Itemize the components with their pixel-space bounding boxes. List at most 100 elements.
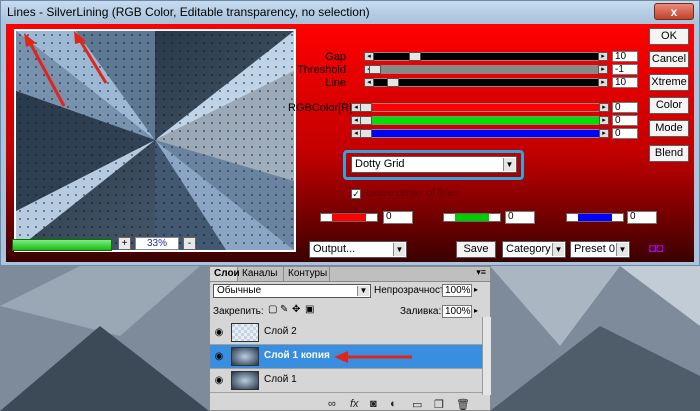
new-layer-icon[interactable]: ❐ xyxy=(434,398,444,411)
mini-blue-value[interactable]: 0 xyxy=(627,211,657,224)
layers-scrollbar[interactable] xyxy=(482,317,491,395)
slider-thumb[interactable] xyxy=(360,129,372,138)
close-button[interactable]: x xyxy=(654,3,694,20)
layer-row[interactable]: ◉ Слой 1 копия xyxy=(210,345,482,369)
zoom-out-button[interactable]: - xyxy=(183,237,196,250)
fill-arrow-icon[interactable]: ▸ xyxy=(474,306,478,315)
leave-center-checkbox[interactable]: ✓ xyxy=(351,189,361,199)
green-value[interactable]: 0 xyxy=(612,115,638,126)
zoom-in-button[interactable]: + xyxy=(118,237,131,250)
mini-red-slider[interactable] xyxy=(320,213,378,222)
opacity-arrow-icon[interactable]: ▸ xyxy=(474,285,478,294)
gap-slider[interactable]: ◂ ▸ xyxy=(364,52,608,61)
mode-button[interactable]: Mode xyxy=(649,120,689,137)
gap-label: Gap xyxy=(325,51,346,63)
output-dropdown-value: Output... xyxy=(313,243,356,255)
arrow-left-icon[interactable]: ◂ xyxy=(364,78,374,87)
threshold-slider[interactable]: ◂ ▸ xyxy=(364,65,608,74)
title-bar[interactable]: Lines - SilverLining (RGB Color, Editabl… xyxy=(1,1,699,23)
tab-channels[interactable]: Каналы xyxy=(238,267,284,281)
tab-paths[interactable]: Контуры xyxy=(284,267,330,281)
layer-thumbnail xyxy=(231,347,259,366)
window-title: Lines - SilverLining (RGB Color, Editabl… xyxy=(7,5,370,19)
line-slider[interactable]: ◂ ▸ xyxy=(364,78,608,87)
arrow-right-icon[interactable]: ▸ xyxy=(599,129,609,138)
plugin-logo: ◘◘ xyxy=(649,241,664,255)
trash-icon[interactable]: 🗑 xyxy=(456,398,470,411)
lock-all-icon[interactable]: ▣ xyxy=(305,304,314,315)
red-value[interactable]: 0 xyxy=(612,102,638,113)
color-button[interactable]: Color xyxy=(649,97,689,114)
lock-move-icon[interactable]: ✥ xyxy=(292,304,300,315)
green-slider[interactable]: ◂ ▸ xyxy=(351,116,609,125)
opacity-value[interactable]: 100% xyxy=(442,284,472,297)
slider-thumb[interactable] xyxy=(360,116,372,125)
layer-row[interactable]: ◉ Слой 1 xyxy=(210,369,482,393)
blue-slider[interactable]: ◂ ▸ xyxy=(351,129,609,138)
mini-blue-slider[interactable] xyxy=(566,213,624,222)
red-slider[interactable]: ◂ ▸ xyxy=(351,103,609,112)
line-label: Line xyxy=(325,77,346,89)
fx-icon[interactable]: fx xyxy=(350,398,359,410)
eye-icon[interactable]: ◉ xyxy=(213,351,225,363)
fill-value[interactable]: 100% xyxy=(442,305,472,318)
layer-row[interactable]: ◉ Слой 2 xyxy=(210,321,482,345)
category-dropdown-value: Category xyxy=(506,243,551,255)
layer-thumbnail xyxy=(231,323,259,342)
category-dropdown[interactable]: Category ▼ xyxy=(502,241,566,258)
slider-thumb[interactable] xyxy=(409,52,421,61)
link-icon[interactable]: ∞ xyxy=(328,398,336,410)
slider-thumb[interactable] xyxy=(369,65,381,74)
dialog-client: + 33% - Gap ◂ ▸ 10 Threshold ◂ ▸ -1 Line… xyxy=(6,24,694,262)
arrow-right-icon[interactable]: ▸ xyxy=(599,103,609,112)
cancel-button[interactable]: Cancel xyxy=(649,51,689,68)
chevron-down-icon: ▼ xyxy=(616,243,628,256)
layer-name: Слой 2 xyxy=(264,326,297,337)
blue-value[interactable]: 0 xyxy=(612,128,638,139)
zoom-value: 33% xyxy=(135,237,179,250)
chevron-down-icon: ▼ xyxy=(393,243,405,256)
blend-mode-value: Обычные xyxy=(217,285,262,296)
adjustment-icon[interactable]: ◐ xyxy=(390,398,397,410)
eye-icon[interactable]: ◉ xyxy=(213,327,225,339)
blend-button[interactable]: Blend xyxy=(649,145,689,162)
opacity-label: Непрозрачность: xyxy=(374,285,453,296)
layer-name: Слой 1 копия xyxy=(264,350,330,361)
save-button[interactable]: Save xyxy=(456,241,496,258)
tab-layers[interactable]: Слои xyxy=(210,267,240,281)
pattern-dropdown-value: Dotty Grid xyxy=(355,158,405,170)
gap-value[interactable]: 10 xyxy=(612,51,638,62)
pattern-dropdown[interactable]: Dotty Grid ▼ xyxy=(351,156,517,173)
filter-dialog: Lines - SilverLining (RGB Color, Editabl… xyxy=(0,0,700,266)
chevron-down-icon: ▼ xyxy=(357,286,369,296)
lock-label: Закрепить: xyxy=(213,306,264,317)
xtreme-button[interactable]: Xtreme xyxy=(649,74,689,91)
threshold-value[interactable]: -1 xyxy=(612,64,638,75)
mini-red-value[interactable]: 0 xyxy=(383,211,413,224)
fill-label: Заливка: xyxy=(400,306,442,317)
mini-green-slider[interactable] xyxy=(443,213,501,222)
blend-mode-dropdown[interactable]: Обычные ▼ xyxy=(213,284,371,298)
arrow-right-icon[interactable]: ▸ xyxy=(599,116,609,125)
progress-bar xyxy=(12,239,112,251)
arrow-right-icon[interactable]: ▸ xyxy=(598,65,608,74)
folder-icon[interactable]: ▭ xyxy=(412,398,422,411)
preview-pane[interactable] xyxy=(14,29,296,252)
mask-icon[interactable]: ◙ xyxy=(370,398,377,410)
slider-thumb[interactable] xyxy=(360,103,372,112)
eye-icon[interactable]: ◉ xyxy=(213,375,225,387)
preset-dropdown[interactable]: Preset 0 ▼ xyxy=(570,241,630,258)
chevron-down-icon: ▼ xyxy=(503,158,515,171)
lock-transparency-icon[interactable]: ▢ xyxy=(268,304,277,315)
slider-thumb[interactable] xyxy=(387,78,399,87)
output-dropdown[interactable]: Output... ▼ xyxy=(309,241,407,258)
chevron-down-icon: ▼ xyxy=(552,243,564,256)
line-value[interactable]: 10 xyxy=(612,77,638,88)
ok-button[interactable]: OK xyxy=(649,28,689,45)
arrow-right-icon[interactable]: ▸ xyxy=(598,52,608,61)
panel-menu-icon[interactable]: ▾≡ xyxy=(476,267,486,278)
mini-green-value[interactable]: 0 xyxy=(505,211,535,224)
arrow-right-icon[interactable]: ▸ xyxy=(598,78,608,87)
lock-brush-icon[interactable]: ✎ xyxy=(280,304,288,315)
arrow-left-icon[interactable]: ◂ xyxy=(364,52,374,61)
